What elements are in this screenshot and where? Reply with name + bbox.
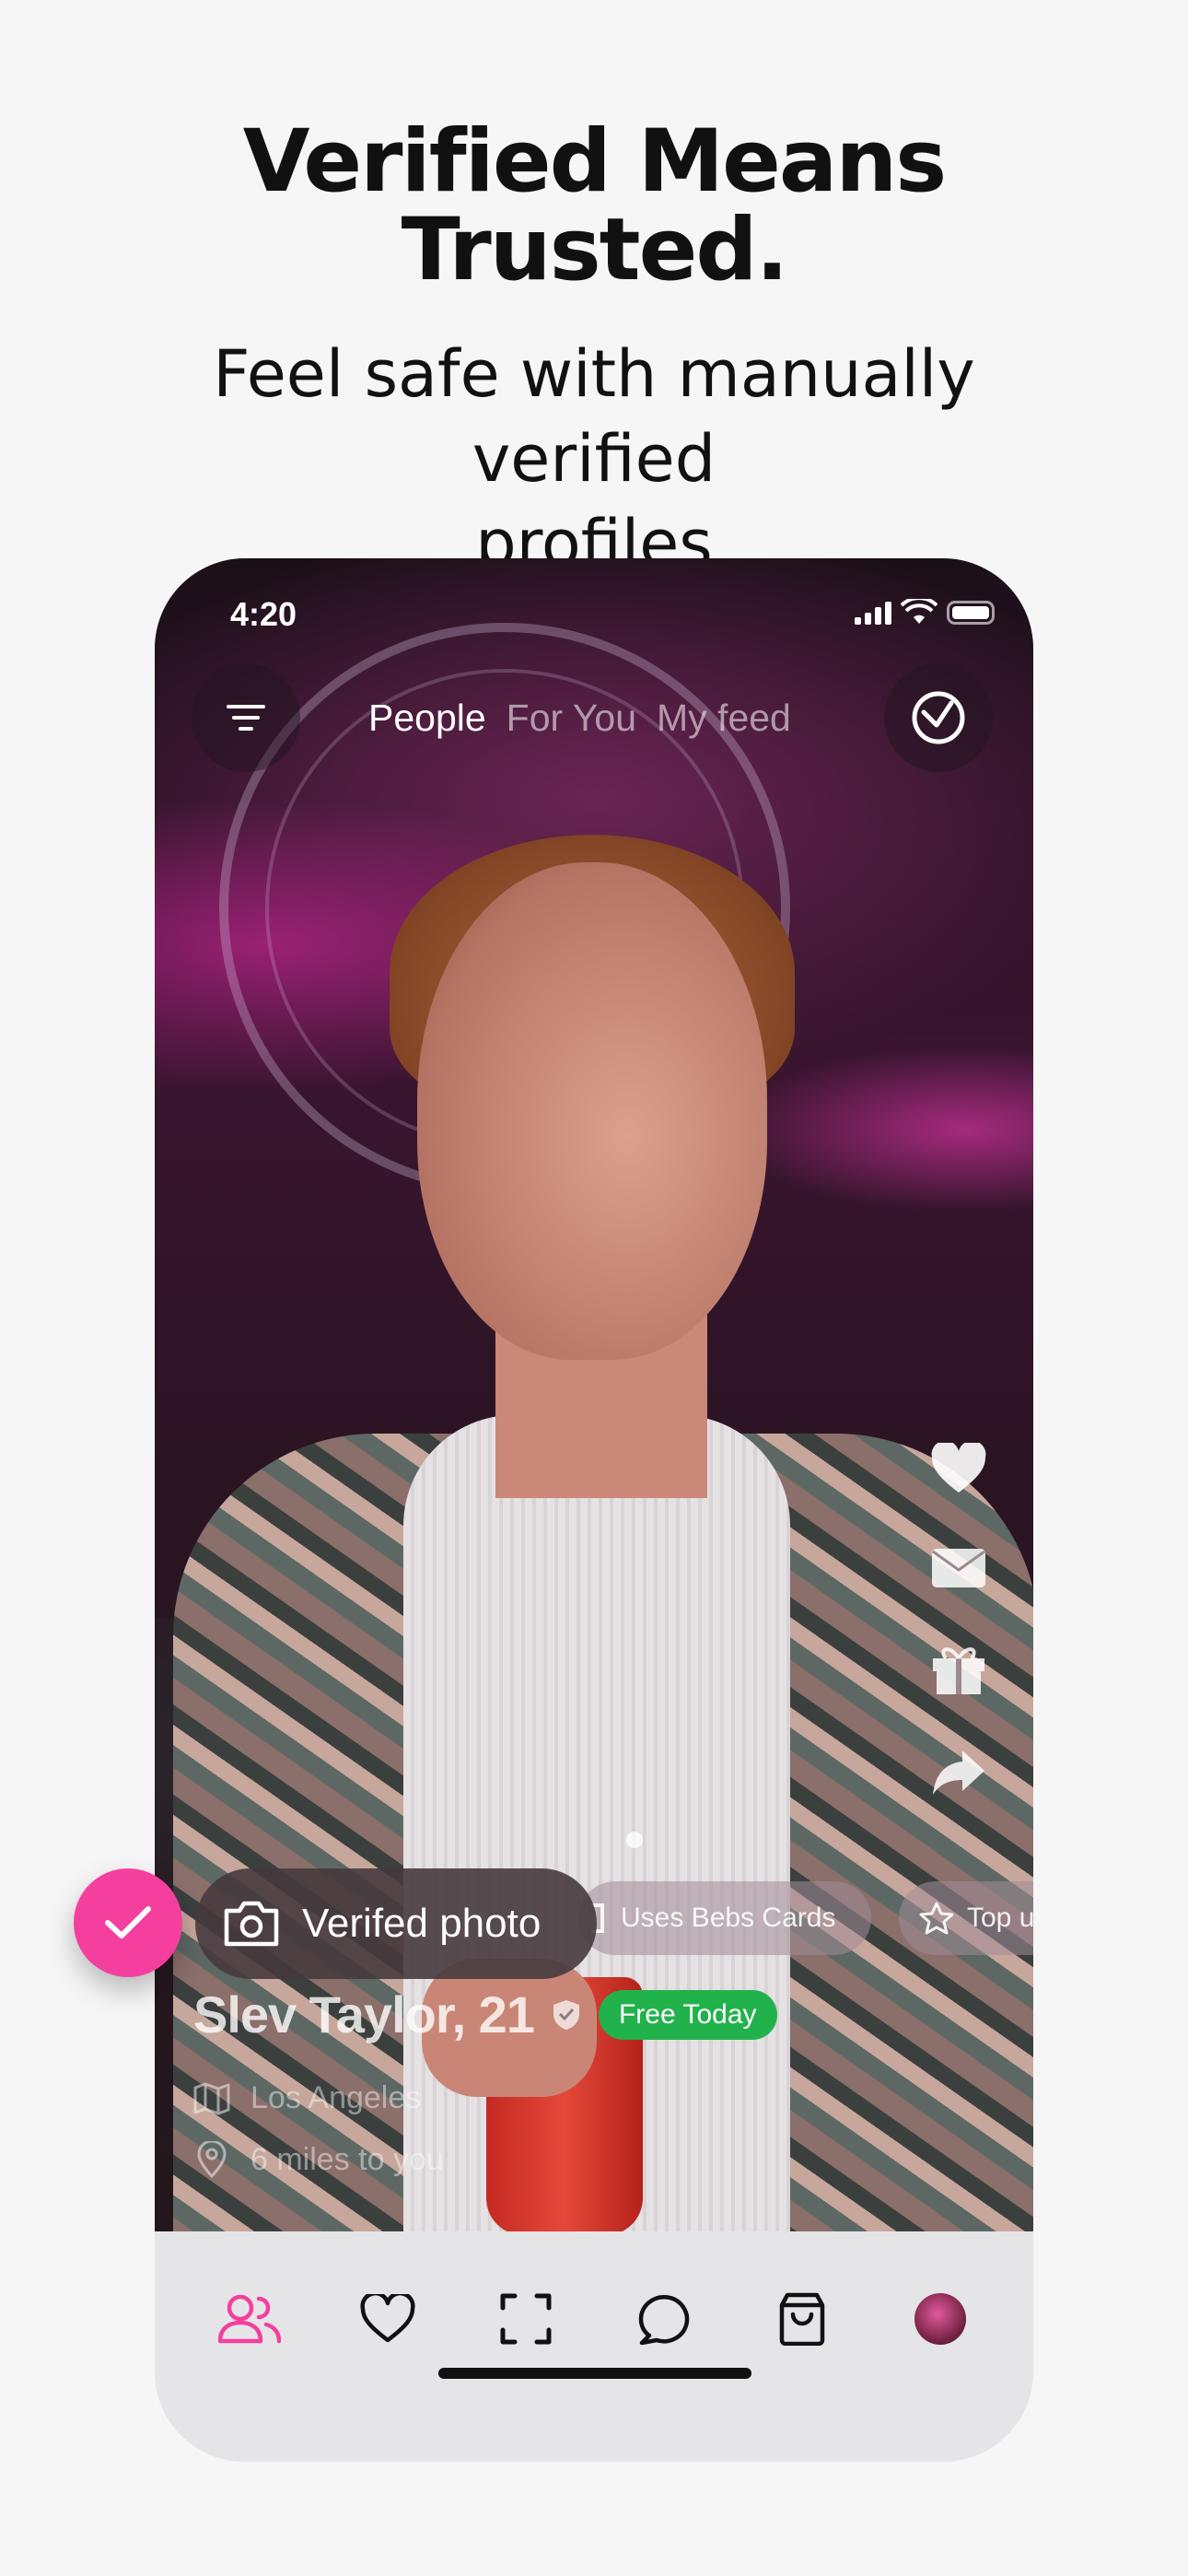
promo-headline: Verified Means Trusted.: [0, 118, 1188, 295]
scan-icon: [500, 2293, 552, 2345]
free-today-badge: Free Today: [598, 1989, 777, 2040]
verified-check-button[interactable]: [74, 1868, 182, 1977]
verified-photo-chip[interactable]: Verifed photo: [195, 1868, 597, 1979]
nav-likes[interactable]: [355, 2287, 420, 2351]
subheadline-line-1: Feel safe with manually verified: [213, 336, 975, 497]
profile-distance-label: 6 miles to you: [250, 2141, 444, 2177]
star-icon: [919, 1902, 954, 1935]
top-chip[interactable]: Top u: [899, 1881, 1033, 1955]
wifi-icon: [901, 599, 938, 624]
face: [417, 862, 767, 1360]
gift-icon[interactable]: [931, 1642, 986, 1695]
signal-icon: [855, 601, 891, 625]
nav-profile[interactable]: [908, 2287, 973, 2351]
profile-distance: 6 miles to you: [193, 2141, 444, 2178]
system-icons: [855, 599, 995, 626]
tab-people[interactable]: People: [368, 697, 486, 740]
tab-for-you[interactable]: For You: [507, 697, 636, 740]
nav-people[interactable]: [217, 2287, 282, 2351]
status-time: 4:20: [230, 595, 297, 633]
top-chip-label: Top u: [967, 1903, 1033, 1933]
people-icon: [218, 2294, 281, 2344]
heart-outline-icon: [360, 2294, 415, 2343]
headline-line-1: Verified Means: [242, 111, 947, 212]
check-icon: [105, 1906, 151, 1938]
profile-name-row: Slev Taylor, 21 Free Today: [193, 1985, 777, 2044]
headline-line-2: Trusted.: [401, 200, 789, 300]
chat-icon: [638, 2295, 690, 2345]
map-icon: [193, 2082, 230, 2114]
nav-scan[interactable]: [494, 2287, 558, 2351]
location-pin-icon: [197, 2141, 227, 2178]
heart-icon[interactable]: [930, 1443, 987, 1494]
nav-shop[interactable]: [770, 2287, 834, 2351]
photo-pagination-dot: [626, 1832, 643, 1848]
avatar: [914, 2293, 966, 2345]
phone-mockup: 4:20 People For You My feed Uses Bebs Ca…: [155, 558, 1033, 2462]
profile-photo[interactable]: 4:20 People For You My feed Uses Bebs Ca…: [155, 558, 1033, 2231]
camera-icon: [224, 1901, 279, 1947]
share-icon[interactable]: [931, 1749, 986, 1797]
status-bar: 4:20: [155, 582, 1033, 638]
mail-icon[interactable]: [931, 1548, 986, 1588]
profile-name-age: Slev Taylor, 21: [193, 1985, 535, 2043]
top-tabs: People For You My feed: [368, 697, 791, 740]
profile-city: Los Angeles: [193, 2080, 421, 2116]
battery-icon: [947, 601, 995, 625]
nav-chat[interactable]: [632, 2287, 696, 2351]
explore-button[interactable]: [884, 663, 993, 772]
side-actions: [930, 1443, 987, 1797]
verified-shield-icon: [553, 1999, 579, 2030]
tab-my-feed[interactable]: My feed: [657, 697, 791, 740]
shopping-bag-icon: [779, 2292, 825, 2346]
explore-icon: [912, 691, 965, 744]
bebs-cards-chip[interactable]: Uses Bebs Cards: [578, 1881, 871, 1955]
home-indicator: [438, 2368, 751, 2379]
filter-button[interactable]: [192, 663, 300, 772]
filter-icon: [227, 705, 265, 731]
bebs-cards-label: Uses Bebs Cards: [621, 1903, 836, 1933]
profile-city-label: Los Angeles: [250, 2080, 422, 2115]
verified-photo-label: Verifed photo: [302, 1901, 542, 1946]
bottom-nav: [155, 2231, 1033, 2462]
promo-subheadline: Feel safe with manually verified profile…: [92, 332, 1096, 586]
